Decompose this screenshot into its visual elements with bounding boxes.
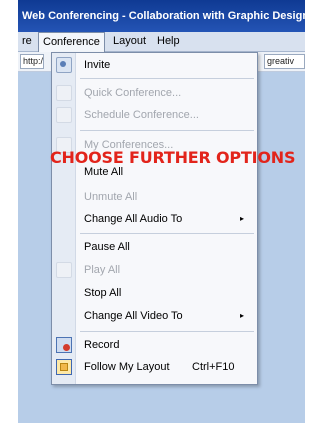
menu-item-play-all[interactable]: Play All xyxy=(52,259,257,281)
schedule-conference-icon xyxy=(56,107,72,123)
menu-item-follow-my-layout[interactable]: Follow My Layout Ctrl+F10 xyxy=(52,356,257,378)
menu-separator xyxy=(80,233,254,234)
menu-separator xyxy=(80,130,254,131)
menu-item-change-all-video[interactable]: Change All Video To ▸ xyxy=(52,305,257,327)
menu-item-record[interactable]: Record xyxy=(52,334,257,356)
menu-item-label: Play All xyxy=(84,264,121,276)
menu-item-label: Schedule Conference... xyxy=(84,109,199,121)
address-field-right[interactable]: greativ xyxy=(264,54,305,69)
screenshot-margin xyxy=(0,0,18,423)
menu-item-pause-all[interactable]: Pause All xyxy=(52,236,257,258)
submenu-arrow-icon: ▸ xyxy=(240,311,245,320)
menu-item-layout[interactable]: Layout xyxy=(109,32,150,51)
menu-item-change-all-audio[interactable]: Change All Audio To ▸ xyxy=(52,208,257,230)
address-field-left[interactable]: http:/ xyxy=(20,54,44,69)
menu-item-label: Invite xyxy=(84,59,111,71)
menu-item-schedule-conference[interactable]: Schedule Conference... xyxy=(52,104,257,126)
play-all-icon xyxy=(56,262,72,278)
menu-item-conference[interactable]: Conference xyxy=(38,32,105,52)
submenu-arrow-icon: ▸ xyxy=(240,214,245,223)
menu-item-help[interactable]: Help xyxy=(153,32,184,51)
menu-item-share[interactable]: re xyxy=(18,32,36,51)
conference-dropdown-menu: Invite Quick Conference... Schedule Conf… xyxy=(51,52,258,385)
window-title: Web Conferencing - Collaboration with Gr… xyxy=(22,10,305,22)
menu-item-label: Stop All xyxy=(84,287,122,299)
overlay-caption: CHOOSE FURTHER OPTIONS xyxy=(50,148,296,167)
menu-item-label: Record xyxy=(84,339,120,351)
menu-item-unmute-all[interactable]: Unmute All xyxy=(52,186,257,208)
menu-item-invite[interactable]: Invite xyxy=(52,54,257,76)
invite-icon xyxy=(56,57,72,73)
menu-item-label: Pause All xyxy=(84,241,130,253)
follow-layout-icon xyxy=(56,359,72,375)
menu-separator xyxy=(80,78,254,79)
menu-item-label: Unmute All xyxy=(84,191,138,203)
record-icon xyxy=(56,337,72,353)
menu-item-label: Follow My Layout xyxy=(84,361,170,373)
application-window: Web Conferencing - Collaboration with Gr… xyxy=(18,0,305,423)
menu-shortcut: Ctrl+F10 xyxy=(192,361,235,373)
window-title-bar: Web Conferencing - Collaboration with Gr… xyxy=(18,0,305,32)
menu-separator xyxy=(80,331,254,332)
menu-item-quick-conference[interactable]: Quick Conference... xyxy=(52,82,257,104)
menu-item-label: Quick Conference... xyxy=(84,87,182,99)
menu-item-label: Change All Video To xyxy=(84,310,183,322)
menu-item-label: Change All Audio To xyxy=(84,213,183,225)
quick-conference-icon xyxy=(56,85,72,101)
menu-bar: re Conference Layout Help xyxy=(18,32,305,52)
menu-item-stop-all[interactable]: Stop All xyxy=(52,282,257,304)
